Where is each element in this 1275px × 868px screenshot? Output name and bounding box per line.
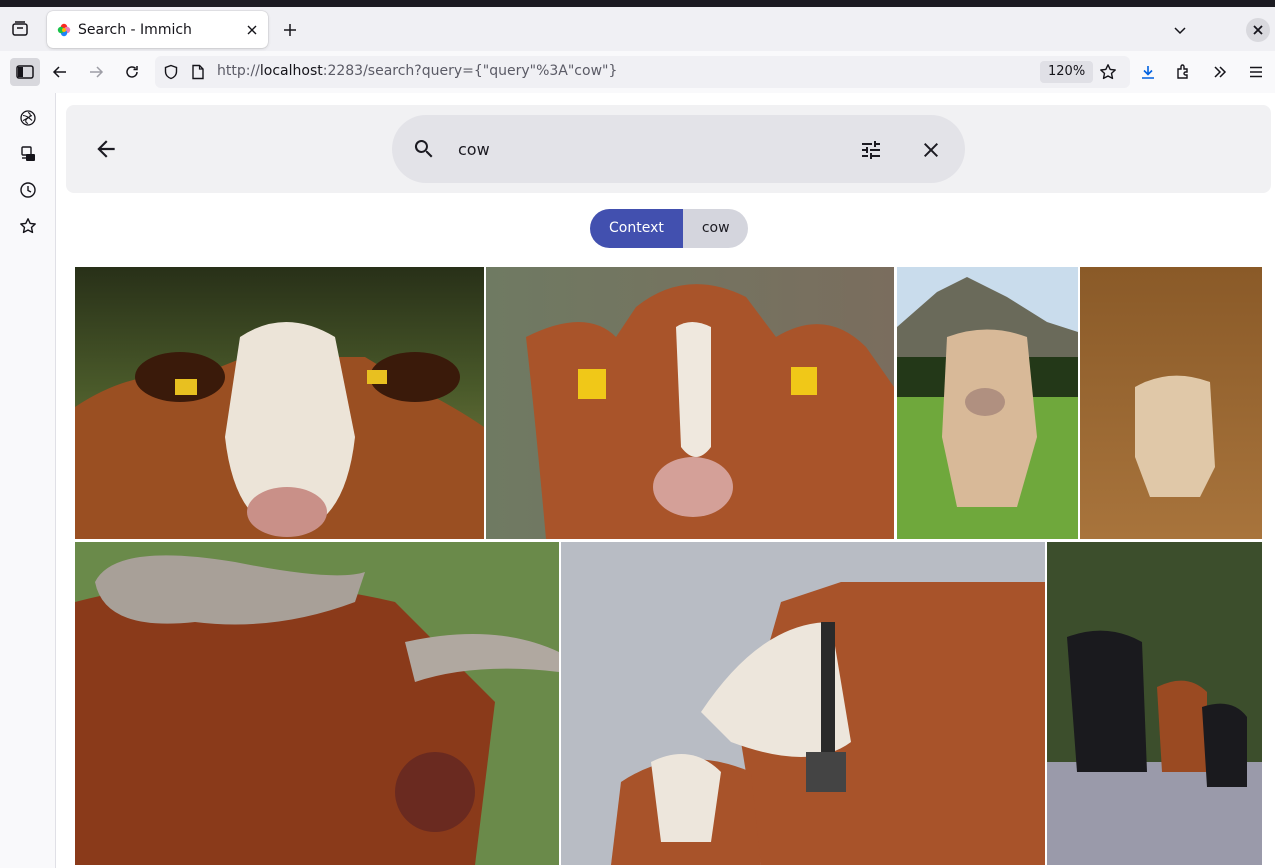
back-arrow-icon[interactable] — [48, 60, 72, 84]
hamburger-menu-icon[interactable] — [1244, 60, 1268, 84]
photo-thumbnail[interactable] — [897, 267, 1078, 539]
bookmark-star-icon[interactable] — [1099, 63, 1117, 85]
tab-list-icon[interactable] — [8, 17, 32, 41]
sidebar-toggle-icon[interactable] — [10, 58, 40, 86]
bookmarks-star-icon[interactable] — [17, 215, 39, 237]
extensions-icon[interactable] — [1172, 60, 1196, 84]
new-tab-icon[interactable] — [278, 18, 302, 42]
cow-photo-1 — [75, 267, 484, 539]
window-close-icon[interactable] — [1246, 18, 1270, 42]
filter-chip-value: cow — [682, 209, 748, 248]
photo-thumbnail[interactable] — [75, 267, 484, 539]
page-info-icon[interactable] — [191, 64, 205, 84]
tab-title: Search - Immich — [78, 21, 192, 38]
search-icon[interactable] — [412, 137, 436, 165]
cow-photo-5 — [75, 542, 559, 865]
search-header-panel — [66, 105, 1271, 193]
cow-photo-4 — [1080, 267, 1262, 539]
synced-tabs-icon[interactable] — [17, 143, 39, 165]
tab-immich-search[interactable]: Search - Immich — [47, 11, 268, 48]
url-text[interactable]: http://localhost:2283/search?query={"que… — [217, 63, 617, 79]
immich-favicon-icon — [57, 23, 71, 36]
clear-search-close-icon[interactable] — [918, 137, 944, 163]
arrow-left-icon — [97, 140, 115, 158]
back-button[interactable] — [88, 131, 124, 167]
cow-photo-7 — [1047, 542, 1262, 865]
navigation-toolbar: http://localhost:2283/search?query={"que… — [0, 51, 1275, 93]
immich-search-page: Context cow — [57, 93, 1275, 868]
url-host: localhost — [259, 63, 323, 79]
search-input[interactable] — [458, 135, 818, 163]
tracking-shield-icon[interactable] — [163, 64, 179, 84]
url-scheme: http:// — [217, 63, 260, 79]
url-path: :2283/search?query={"query"%3A"cow"} — [322, 63, 618, 79]
tab-close-icon[interactable] — [241, 19, 263, 41]
cow-photo-6 — [561, 542, 1045, 865]
filter-chip-key: Context — [590, 209, 683, 248]
history-clock-icon[interactable] — [17, 179, 39, 201]
tab-bar: Search - Immich — [0, 7, 1275, 51]
browser-sidebar — [0, 93, 56, 868]
photo-thumbnail[interactable] — [75, 542, 559, 865]
photo-thumbnail[interactable] — [1047, 542, 1262, 865]
window-top-strip — [0, 0, 1275, 7]
cow-photo-2 — [486, 267, 894, 539]
url-bar[interactable]: http://localhost:2283/search?query={"que… — [155, 56, 1130, 88]
photo-thumbnail[interactable] — [486, 267, 894, 539]
photo-thumbnail[interactable] — [561, 542, 1045, 865]
ai-chatbot-icon[interactable] — [17, 107, 39, 129]
overflow-chevrons-icon[interactable] — [1208, 60, 1232, 84]
zoom-level-badge[interactable]: 120% — [1040, 61, 1094, 83]
search-bar — [392, 115, 965, 183]
reload-icon[interactable] — [120, 60, 144, 84]
search-options-tune-icon[interactable] — [858, 137, 884, 163]
photo-thumbnail[interactable] — [1080, 267, 1262, 539]
search-filter-chip[interactable]: Context cow — [590, 209, 748, 248]
downloads-icon[interactable] — [1136, 60, 1160, 84]
forward-arrow-icon[interactable] — [84, 60, 108, 84]
cow-photo-3 — [897, 267, 1078, 539]
chevron-down-icon[interactable] — [1168, 18, 1192, 42]
